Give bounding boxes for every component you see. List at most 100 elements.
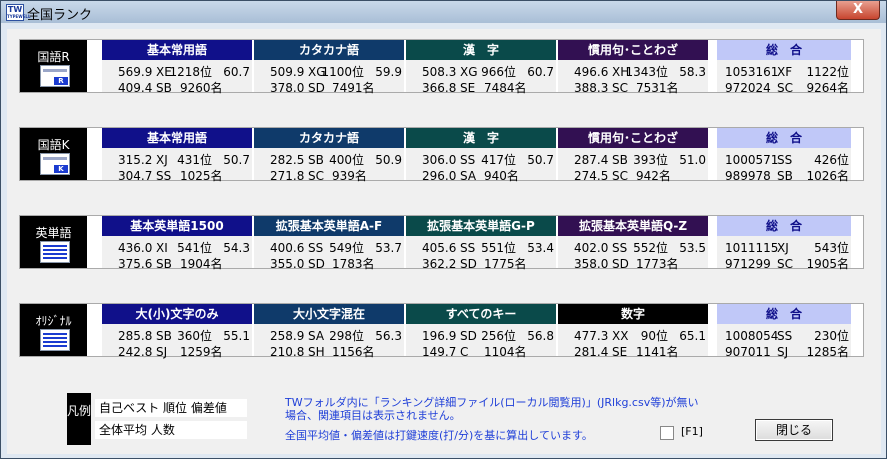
best-rank: SS [308,241,324,255]
legend-line-2: 全体平均 人数 [95,421,247,439]
total-header: 総 合 [717,304,851,324]
best-rank: SB [612,153,628,167]
best-time: 496.6 [574,65,609,79]
f1-label: [F1] [681,425,703,438]
cell-header: 拡張基本英単語G-P [406,216,556,236]
position: 541位 [177,241,212,255]
avg-rank: SS [156,169,172,183]
avg-time: 358.0 [574,257,609,271]
best-time: 402.0 [574,241,609,255]
total-position: 230位 [814,329,849,343]
total-avg: 989978 [725,169,771,183]
ranking-cell: 基本常用語 315.2 XJ 431位 50.7 304.7 SS 1025名 [102,128,252,183]
f1-checkbox[interactable] [660,426,674,440]
total-header: 総 合 [717,216,851,236]
deviation: 56.8 [527,329,554,343]
best-rank: SB [156,329,172,343]
total-best: 1053161 [725,65,779,79]
avg-time: 296.0 [422,169,457,183]
count: 7531名 [636,81,679,95]
ranking-cell: 漢 字 508.3 XG 966位 60.7 366.8 SE 7484名 [406,40,556,95]
client-area: 国語R R 基本常用語 569.9 XE 1218位 60.7 409.4 SB… [7,29,881,454]
total-cell: 総 合 1000571 SS 426位 989978 SB 1026名 [717,128,851,183]
avg-time: 355.0 [270,257,305,271]
deviation: 50.7 [223,153,250,167]
best-time: 285.8 [118,329,153,343]
category-name: 国語K [37,138,70,152]
count: 940名 [484,169,519,183]
position: 90位 [640,329,668,343]
total-avg: 907011 [725,345,771,359]
total-cell: 総 合 1053161 XF 1122位 972024 SC 9264名 [717,40,851,95]
total-best-rank: SS [777,153,793,167]
close-window-button[interactable]: X [836,1,880,20]
ranking-cell: カタカナ語 509.9 XG 1100位 59.9 378.0 SD 7491名 [254,40,404,95]
total-count: 9264名 [806,81,849,95]
total-best: 1008054 [725,329,779,343]
category-panel: 英単語 基本英単語1500 436.0 XI 541位 54.3 375.6 S… [19,215,864,271]
best-time: 282.5 [270,153,305,167]
position: 298位 [329,329,364,343]
ranking-cell: 拡張基本英単語Q-Z 402.0 SS 552位 53.5 358.0 SD 1… [558,216,708,271]
best-time: 569.9 [118,65,153,79]
total-avg: 971299 [725,257,771,271]
best-time: 315.2 [118,153,153,167]
ranking-cell: 基本英単語1500 436.0 XI 541位 54.3 375.6 SB 19… [102,216,252,271]
avg-time: 271.8 [270,169,305,183]
legend: 凡例 自己ベスト 順位 偏差値 全体平均 人数 [67,393,247,445]
avg-time: 274.5 [574,169,609,183]
cell-header: カタカナ語 [254,128,404,148]
legend-label: 凡例 [67,393,91,445]
best-time: 306.0 [422,153,457,167]
best-time: 436.0 [118,241,153,255]
deviation: 60.7 [527,65,554,79]
category-panel: ｵﾘｼﾞﾅﾙ 大(小)文字のみ 285.8 SB 360位 55.1 242.8… [19,303,864,359]
window-title: 全国ランク [27,8,93,23]
total-avg-rank: SC [777,257,793,271]
ranking-window: TW TYPEWELL 全国ランク X 国語R R 基本常用語 569.9 XE … [0,0,887,459]
window-k-icon: K [40,153,70,175]
category-panel: 国語K K 基本常用語 315.2 XJ 431位 50.7 304.7 SS … [19,127,864,183]
count: 939名 [332,169,367,183]
deviation: 53.5 [679,241,706,255]
count: 7484名 [484,81,527,95]
ranking-cell: すべてのキー 196.9 SD 256位 56.8 149.7 C 1104名 [406,304,556,359]
position: 1100位 [321,65,364,79]
total-count: 1905名 [806,257,849,271]
best-rank: SS [460,153,476,167]
total-avg-rank: SC [777,81,793,95]
avg-rank: SB [156,81,172,95]
total-position: 1122位 [806,65,849,79]
ranking-cell: 大小文字混在 258.9 SA 298位 56.3 210.8 SH 1156名 [254,304,404,359]
avg-rank: SC [612,169,628,183]
avg-rank: SJ [156,345,168,359]
best-rank: XJ [156,153,168,167]
ranking-cell: 慣用句･ことわざ 496.6 XH 1343位 58.3 388.3 SC 75… [558,40,708,95]
position: 552位 [633,241,668,255]
window-r-icon: R [40,65,70,87]
best-rank: XI [156,241,168,255]
ranking-cell: カタカナ語 282.5 SB 400位 50.9 271.8 SC 939名 [254,128,404,183]
best-time: 405.6 [422,241,457,255]
position: 1343位 [625,65,668,79]
close-button[interactable]: 閉じる [755,419,833,441]
cell-header: 基本常用語 [102,40,252,60]
cell-header: 大小文字混在 [254,304,404,324]
ranking-cell: 拡張基本英単語G-P 405.6 SS 551位 53.4 362.2 SD 1… [406,216,556,271]
category-label: 国語R R [20,40,87,92]
total-best: 1000571 [725,153,779,167]
avg-rank: SC [612,81,628,95]
best-time: 196.9 [422,329,457,343]
position: 966位 [481,65,516,79]
legend-line-1: 自己ベスト 順位 偏差値 [95,399,247,417]
cell-header: 漢 字 [406,40,556,60]
count: 1156名 [332,345,375,359]
ranking-cell: 慣用句･ことわざ 287.4 SB 393位 51.0 274.5 SC 942… [558,128,708,183]
avg-rank: SE [612,345,628,359]
avg-time: 362.2 [422,257,457,271]
position: 1218位 [169,65,212,79]
cell-header: 慣用句･ことわざ [558,128,708,148]
total-best: 1011115 [725,241,779,255]
total-position: 543位 [814,241,849,255]
avg-time: 388.3 [574,81,609,95]
